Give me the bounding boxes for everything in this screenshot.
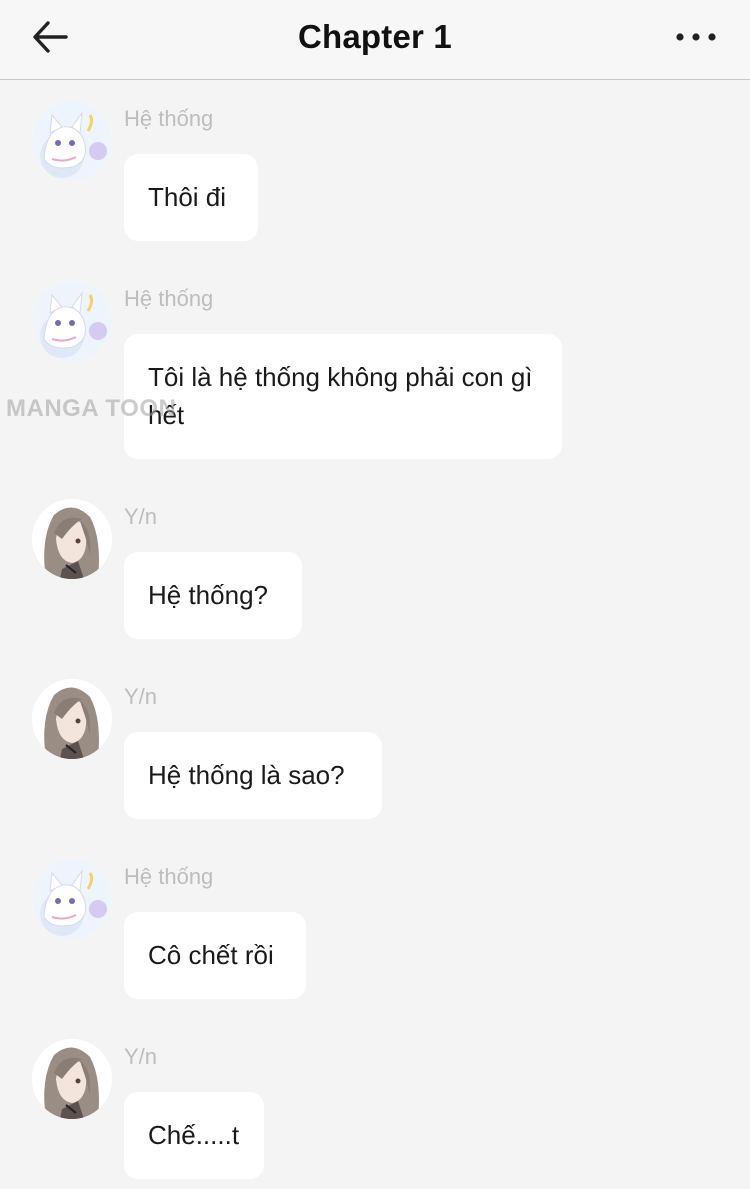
sender-name: Y/n xyxy=(124,1044,158,1069)
more-options-button[interactable] xyxy=(672,22,720,52)
top-bar: Chapter 1 xyxy=(0,0,750,80)
girl-avatar[interactable] xyxy=(32,1039,112,1119)
message-bubble[interactable]: Thôi đi xyxy=(124,154,258,241)
sender-name: Hệ thống xyxy=(124,106,214,131)
sender-name: Y/n xyxy=(124,684,158,709)
girl-avatar[interactable] xyxy=(32,499,112,579)
sender-name: Hệ thống xyxy=(124,864,214,889)
message-bubble[interactable]: Cô chết rồi xyxy=(124,912,306,999)
cat-avatar[interactable] xyxy=(32,859,112,939)
message-bubble[interactable]: Hệ thống? xyxy=(124,552,302,639)
message-bubble[interactable]: Hệ thống là sao? xyxy=(124,732,382,819)
sender-name: Y/n xyxy=(124,504,158,529)
more-horizontal-icon xyxy=(676,33,716,41)
sender-name: Hệ thống xyxy=(124,286,214,311)
girl-avatar[interactable] xyxy=(32,679,112,759)
cat-avatar[interactable] xyxy=(32,101,112,181)
message-bubble[interactable]: Chế.....t xyxy=(124,1092,264,1179)
message-bubble[interactable]: Tôi là hệ thống không phải con gì hết xyxy=(124,334,562,459)
page-title: Chapter 1 xyxy=(297,18,452,55)
cat-avatar[interactable] xyxy=(32,281,112,361)
watermark: MANGA TOON xyxy=(6,395,177,422)
